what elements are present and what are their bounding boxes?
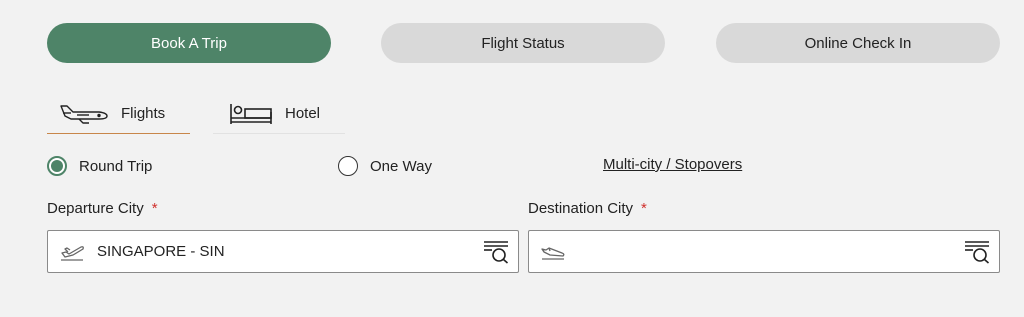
departure-city-label: Departure City * <box>47 200 158 217</box>
required-marker: * <box>641 200 647 217</box>
radio-round-trip-label: Round Trip <box>79 157 153 175</box>
destination-city-label-text: Destination City <box>528 200 634 217</box>
tab-flight-status-label: Flight Status <box>481 34 565 52</box>
tab-flight-status[interactable]: Flight Status <box>381 23 665 63</box>
required-marker: * <box>151 200 158 217</box>
tab-online-check-in[interactable]: Online Check In <box>716 23 1000 63</box>
tab-book-a-trip[interactable]: Book A Trip <box>47 23 331 63</box>
search-list-icon[interactable] <box>483 240 509 264</box>
tab-online-check-in-label: Online Check In <box>804 34 912 52</box>
plane-takeoff-icon <box>59 243 87 261</box>
destination-city-field[interactable] <box>528 230 1000 273</box>
radio-one-way-label: One Way <box>370 157 432 175</box>
multi-city-link[interactable]: Multi-city / Stopovers <box>603 156 742 173</box>
bed-icon <box>229 102 273 126</box>
radio-one-way[interactable]: One Way <box>338 153 432 179</box>
radio-round-trip[interactable]: Round Trip <box>47 153 152 179</box>
search-list-icon[interactable] <box>964 240 990 264</box>
departure-city-label-text: Departure City <box>47 200 144 217</box>
departure-city-field[interactable] <box>47 230 519 273</box>
airplane-icon <box>59 103 109 125</box>
radio-one-way-indicator[interactable] <box>338 156 358 176</box>
tab-book-a-trip-label: Book A Trip <box>151 34 227 52</box>
plane-landing-icon <box>540 243 568 261</box>
subtab-flights[interactable]: Flights <box>47 94 190 134</box>
subtab-flights-label: Flights <box>121 105 166 122</box>
departure-city-input[interactable] <box>97 231 483 272</box>
radio-round-trip-indicator[interactable] <box>47 156 67 176</box>
subtab-hotel-label: Hotel <box>285 105 321 122</box>
subtab-hotel[interactable]: Hotel <box>213 94 345 134</box>
destination-city-input[interactable] <box>578 231 964 272</box>
destination-city-label: Destination City * <box>528 200 647 217</box>
